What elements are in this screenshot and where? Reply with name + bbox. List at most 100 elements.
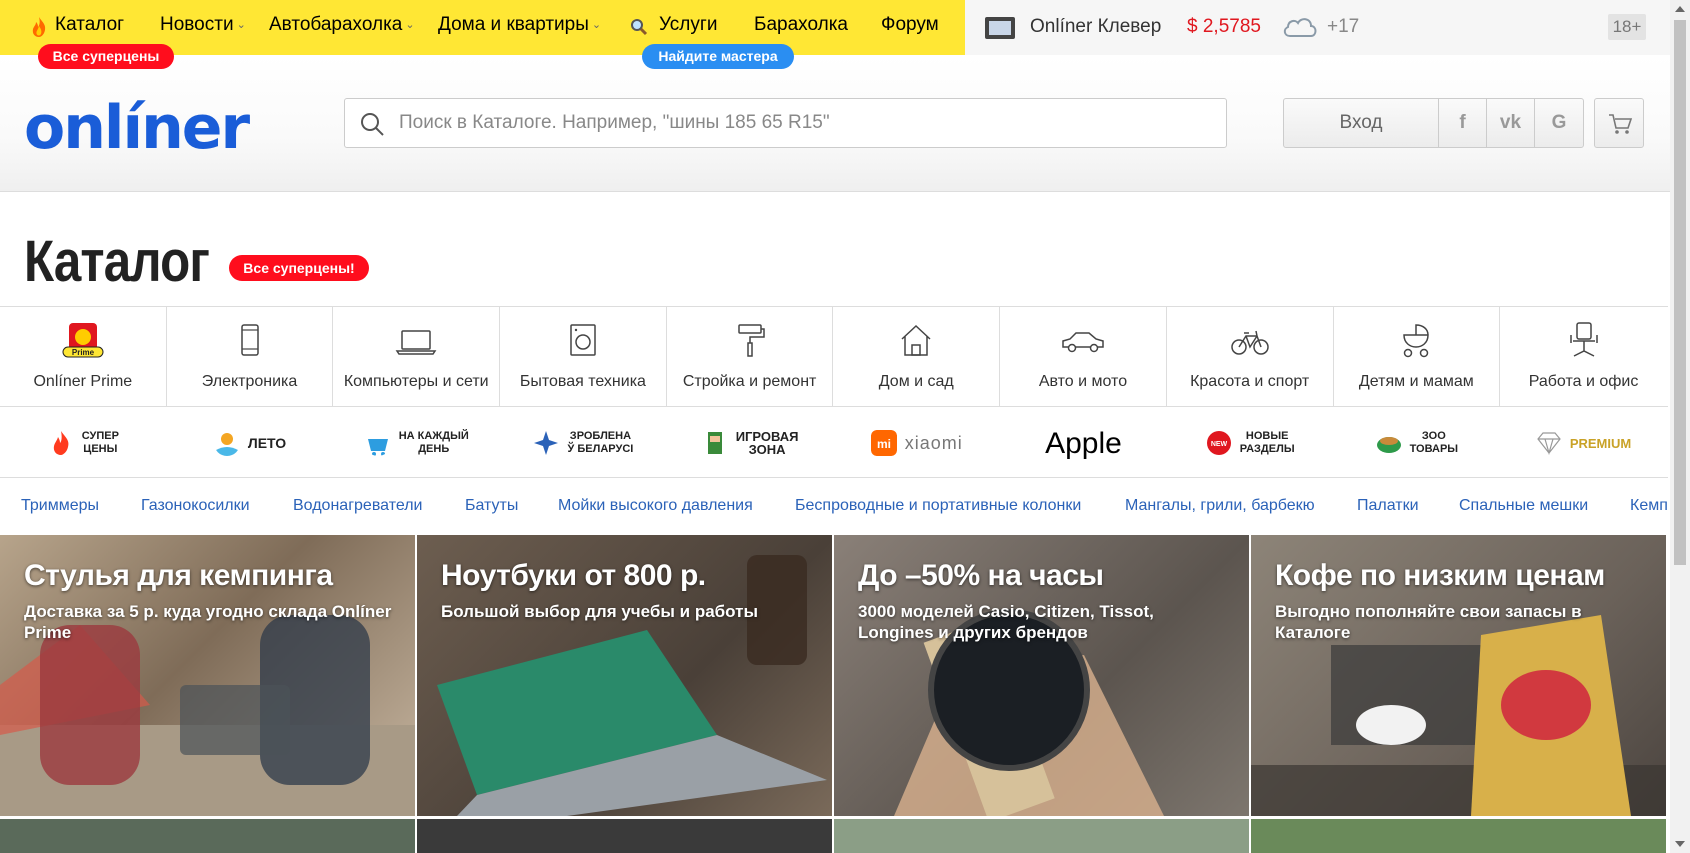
promo-apple[interactable]: Apple (1000, 408, 1167, 478)
office-chair-icon (1569, 322, 1598, 357)
promo-label: xiaomi (904, 432, 963, 453)
cloud-icon[interactable] (1280, 12, 1320, 42)
banner-laptops[interactable]: Ноутбуки от 800 р. Большой выбор для уче… (417, 535, 832, 816)
stroller-icon (1403, 324, 1430, 358)
promo-xiaomi[interactable]: mi xiaomi (833, 408, 1000, 478)
nav-catalog-label: Каталог (55, 14, 125, 35)
category-electronics[interactable]: Электроника (167, 307, 334, 407)
promo-row: СУПЕР ЦЕНЫ ЛЕТО НА КАЖДЫЙ ДЕНЬ ЗРОБЛЕНА … (0, 408, 1668, 478)
washer-icon (570, 324, 596, 356)
promo-everyday[interactable]: НА КАЖДЫЙ ДЕНЬ (333, 408, 500, 478)
cart-icon (1609, 114, 1633, 134)
category-computers[interactable]: Компьютеры и сети (333, 307, 501, 407)
superprices-pill[interactable]: Все суперцены (38, 44, 174, 69)
header: onlíner Вход f vk G (0, 55, 1690, 192)
banner-grid: Стулья для кемпинга Доставка за 5 р. куд… (0, 535, 1668, 853)
basket-icon (367, 439, 388, 456)
category-prime[interactable]: Prime Onlíner Prime (0, 307, 167, 407)
quick-link-pressure-washers[interactable]: Мойки высокого давления (558, 497, 753, 515)
pet-food-icon (1376, 437, 1401, 453)
promo-belarus[interactable]: ЗРОБЛЕНА Ў БЕЛАРУСІ (500, 408, 667, 478)
banner-row2-2[interactable] (417, 819, 832, 853)
scroll-up-arrow[interactable] (1675, 6, 1685, 12)
superprices-badge[interactable]: Все суперцены! (229, 255, 369, 281)
banner-title: Стулья для кемпинга (24, 559, 333, 592)
quick-link-grills[interactable]: Мангалы, грили, барбекю (1125, 497, 1315, 515)
category-appliances[interactable]: Бытовая техника (500, 307, 667, 407)
summer-icon (215, 433, 238, 456)
cart-button[interactable] (1594, 98, 1644, 148)
nav-forum[interactable]: Форум (881, 14, 939, 36)
promo-gaming[interactable]: ИГРОВАЯ ЗОНА (667, 408, 834, 478)
weather-temp[interactable]: +17 (1327, 16, 1359, 38)
nav-catalog[interactable]: Каталог (55, 14, 124, 36)
category-auto[interactable]: Авто и мото (1000, 307, 1167, 407)
bicycle-icon (1230, 330, 1269, 355)
quick-link-trimmers[interactable]: Триммеры (21, 497, 99, 515)
nav-news[interactable]: Новости ⌄ (160, 14, 246, 36)
promo-new-sections[interactable]: NEW НОВЫЕ РАЗДЕЛЫ (1167, 408, 1334, 478)
quick-link-mowers[interactable]: Газонокосилки (141, 497, 250, 515)
category-sport[interactable]: Красота и спорт (1167, 307, 1334, 407)
category-office[interactable]: Работа и офис (1500, 307, 1667, 407)
paint-roller-icon (737, 324, 765, 357)
category-construction[interactable]: Стройка и ремонт (667, 307, 834, 407)
promo-premium[interactable]: PREMIUM (1500, 408, 1667, 478)
scrollbar-thumb[interactable] (1674, 20, 1686, 565)
page-scrollbar[interactable] (1670, 0, 1690, 853)
quick-links: Триммеры Газонокосилки Водонагреватели Б… (0, 479, 1668, 535)
category-row: Prime Onlíner Prime Электроника Компьюте… (0, 306, 1668, 407)
quick-link-sleeping-bags[interactable]: Спальные мешки (1459, 497, 1588, 515)
clever-link[interactable]: Onlíner Клевер (1030, 16, 1161, 38)
chevron-down-icon: ⌄ (591, 19, 602, 31)
quick-link-trampolines[interactable]: Батуты (465, 497, 518, 515)
onliner-logo[interactable]: onlíner (24, 93, 250, 163)
nav-realt[interactable]: Дома и квартиры ⌄ (438, 14, 601, 36)
promo-superprices[interactable]: СУПЕР ЦЕНЫ (0, 408, 167, 478)
category-home[interactable]: Дом и сад (833, 307, 1001, 407)
category-label: Дом и сад (878, 373, 954, 390)
find-master-pill[interactable]: Найдите мастера (642, 44, 794, 69)
category-label: Бытовая техника (519, 373, 646, 390)
banner-title: Ноутбуки от 800 р. (441, 559, 706, 592)
quick-link-camping[interactable]: Кемп (1630, 497, 1668, 515)
promo-label: НА КАЖДЫЙ ДЕНЬ (398, 430, 469, 455)
fire-icon (32, 17, 46, 37)
quick-link-speakers[interactable]: Беспроводные и портативные колонки (795, 497, 1081, 515)
banner-subtitle: Доставка за 5 р. куда угодно склада Onlí… (24, 602, 392, 642)
quick-link-tents[interactable]: Палатки (1357, 497, 1419, 515)
category-label: Onlíner Prime (33, 373, 133, 390)
nav-realt-label: Дома и квартиры (438, 14, 589, 35)
scroll-down-arrow[interactable] (1675, 841, 1685, 847)
banner-subtitle: Большой выбор для учебы и работы (441, 602, 758, 621)
banner-camping-chairs[interactable]: Стулья для кемпинга Доставка за 5 р. куд… (0, 535, 415, 816)
banner-row2-1[interactable] (0, 819, 415, 853)
login-button[interactable]: Вход (1284, 99, 1439, 147)
facebook-icon[interactable]: f (1439, 99, 1487, 147)
promo-label: ИГРОВАЯ ЗОНА (735, 429, 799, 457)
category-label: Детям и мамам (1358, 373, 1474, 390)
nav-auto[interactable]: Автобарахолка ⌄ (269, 14, 415, 36)
quick-link-water-heaters[interactable]: Водонагреватели (293, 497, 422, 515)
vk-icon[interactable]: vk (1487, 99, 1535, 147)
banner-coffee[interactable]: Кофе по низким ценам Выгодно пополняйте … (1251, 535, 1666, 816)
promo-summer[interactable]: ЛЕТО (167, 408, 334, 478)
search-box (344, 98, 1227, 148)
category-kids[interactable]: Детям и мамам (1334, 307, 1501, 407)
banner-row2-3[interactable] (834, 819, 1249, 853)
nav-services[interactable]: Услуги (659, 14, 717, 36)
banner-row2-4[interactable] (1251, 819, 1666, 853)
auth-panel: Вход f vk G (1283, 98, 1584, 148)
category-label: Стройка и ремонт (682, 373, 817, 390)
house-icon (901, 324, 931, 356)
promo-label: СУПЕР ЦЕНЫ (81, 430, 119, 455)
magnifier-icon (631, 19, 648, 36)
nav-baraholka[interactable]: Барахолка (754, 14, 848, 36)
currency-rate[interactable]: $ 2,5785 (1187, 16, 1261, 38)
google-icon[interactable]: G (1535, 99, 1583, 147)
banner-title: Кофе по низким ценам (1275, 559, 1605, 592)
search-input[interactable] (399, 99, 1219, 147)
category-label: Компьютеры и сети (343, 373, 489, 390)
banner-watches[interactable]: До –50% на часы 3000 моделей Casio, Citi… (834, 535, 1249, 816)
promo-pets[interactable]: ЗОО ТОВАРЫ (1334, 408, 1501, 478)
